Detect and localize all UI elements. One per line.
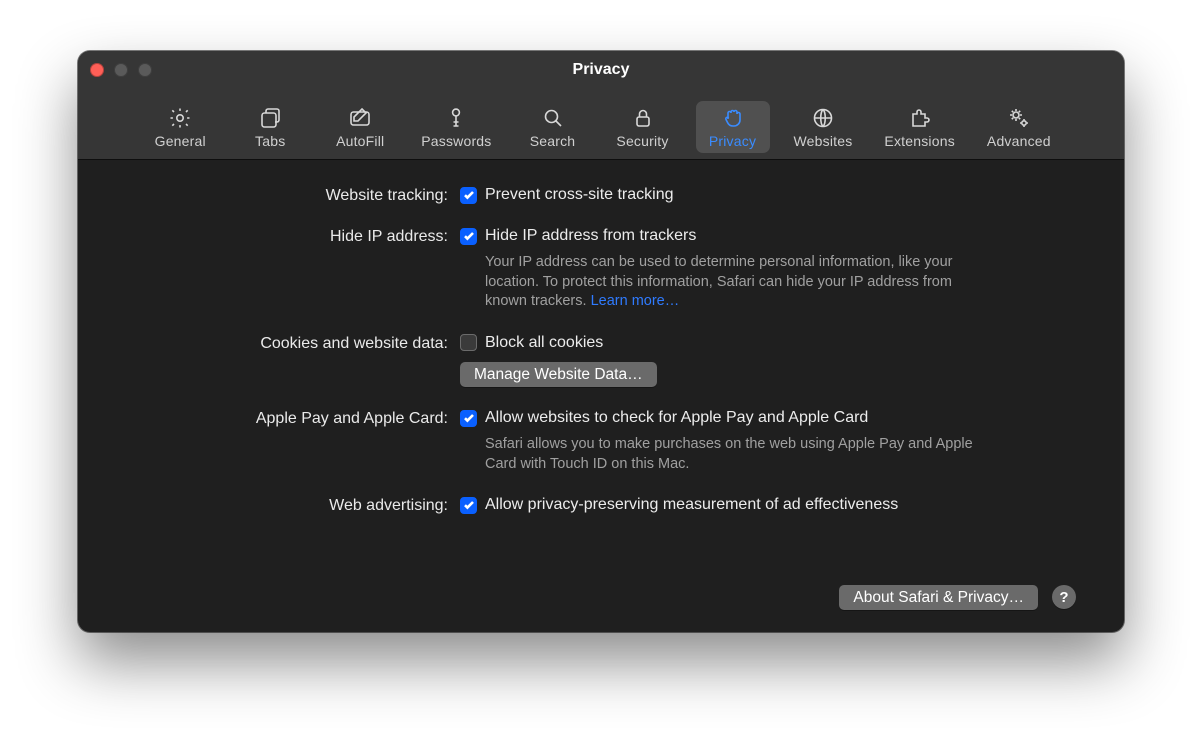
privacy-settings-pane: Website tracking: Prevent cross-site tra… — [78, 160, 1124, 632]
checkbox-label: Allow privacy-preserving measurement of … — [485, 496, 898, 514]
row-apple-pay: Apple Pay and Apple Card: Allow websites… — [118, 409, 1084, 474]
tab-label: Passwords — [421, 133, 491, 149]
label-apple-pay: Apple Pay and Apple Card: — [118, 409, 460, 428]
checkbox-label: Prevent cross-site tracking — [485, 186, 674, 204]
tab-passwords[interactable]: Passwords — [413, 101, 499, 153]
lock-icon — [630, 105, 656, 131]
checkbox-privacy-preserving-ad-measurement[interactable] — [460, 497, 477, 514]
checkbox-label: Allow websites to check for Apple Pay an… — [485, 409, 868, 427]
preferences-toolbar: General Tabs AutoFill Pass — [78, 101, 1124, 153]
search-icon — [540, 105, 566, 131]
tab-autofill[interactable]: AutoFill — [323, 101, 397, 153]
tab-search[interactable]: Search — [516, 101, 590, 153]
checkbox-label: Block all cookies — [485, 334, 603, 352]
tab-tabs[interactable]: Tabs — [233, 101, 307, 153]
manage-website-data-button[interactable]: Manage Website Data… — [460, 362, 657, 387]
titlebar: Privacy General Tabs AutoFi — [78, 51, 1124, 160]
label-cookies: Cookies and website data: — [118, 334, 460, 353]
globe-icon — [810, 105, 836, 131]
checkbox-hide-ip-address[interactable] — [460, 228, 477, 245]
puzzle-icon — [907, 105, 933, 131]
pencil-box-icon — [347, 105, 373, 131]
hand-icon — [720, 105, 746, 131]
tab-label: Security — [616, 133, 668, 149]
tab-label: Websites — [794, 133, 853, 149]
tab-label: Tabs — [255, 133, 285, 149]
tab-label: Advanced — [987, 133, 1051, 149]
tab-label: AutoFill — [336, 133, 384, 149]
label-website-tracking: Website tracking: — [118, 186, 460, 205]
row-website-tracking: Website tracking: Prevent cross-site tra… — [118, 186, 1084, 205]
tab-label: Extensions — [884, 133, 954, 149]
gears-icon — [1006, 105, 1032, 131]
desc-text: Your IP address can be used to determine… — [485, 254, 953, 309]
gear-icon — [167, 105, 193, 131]
footer: About Safari & Privacy… ? — [118, 585, 1084, 632]
tab-extensions[interactable]: Extensions — [876, 101, 962, 153]
row-cookies: Cookies and website data: Block all cook… — [118, 334, 1084, 387]
tab-label: Privacy — [709, 133, 756, 149]
tab-advanced[interactable]: Advanced — [979, 101, 1059, 153]
window-title: Privacy — [78, 61, 1124, 79]
about-safari-privacy-button[interactable]: About Safari & Privacy… — [839, 585, 1038, 610]
tab-privacy[interactable]: Privacy — [696, 101, 770, 153]
hide-ip-description: Your IP address can be used to determine… — [485, 253, 995, 312]
key-icon — [443, 105, 469, 131]
help-button[interactable]: ? — [1052, 585, 1076, 609]
preferences-window: Privacy General Tabs AutoFi — [78, 51, 1124, 632]
tab-security[interactable]: Security — [606, 101, 680, 153]
learn-more-link[interactable]: Learn more… — [591, 293, 680, 309]
tab-label: General — [155, 133, 206, 149]
row-hide-ip: Hide IP address: Hide IP address from tr… — [118, 227, 1084, 312]
row-web-advertising: Web advertising: Allow privacy-preservin… — [118, 496, 1084, 515]
checkbox-label: Hide IP address from trackers — [485, 227, 696, 245]
tab-websites[interactable]: Websites — [786, 101, 861, 153]
apple-pay-description: Safari allows you to make purchases on t… — [485, 435, 995, 474]
label-web-advertising: Web advertising: — [118, 496, 460, 515]
checkbox-block-all-cookies[interactable] — [460, 334, 477, 351]
tab-general[interactable]: General — [143, 101, 217, 153]
tabs-icon — [257, 105, 283, 131]
checkbox-prevent-cross-site-tracking[interactable] — [460, 187, 477, 204]
label-hide-ip: Hide IP address: — [118, 227, 460, 246]
tab-label: Search — [530, 133, 576, 149]
checkbox-allow-apple-pay-check[interactable] — [460, 410, 477, 427]
